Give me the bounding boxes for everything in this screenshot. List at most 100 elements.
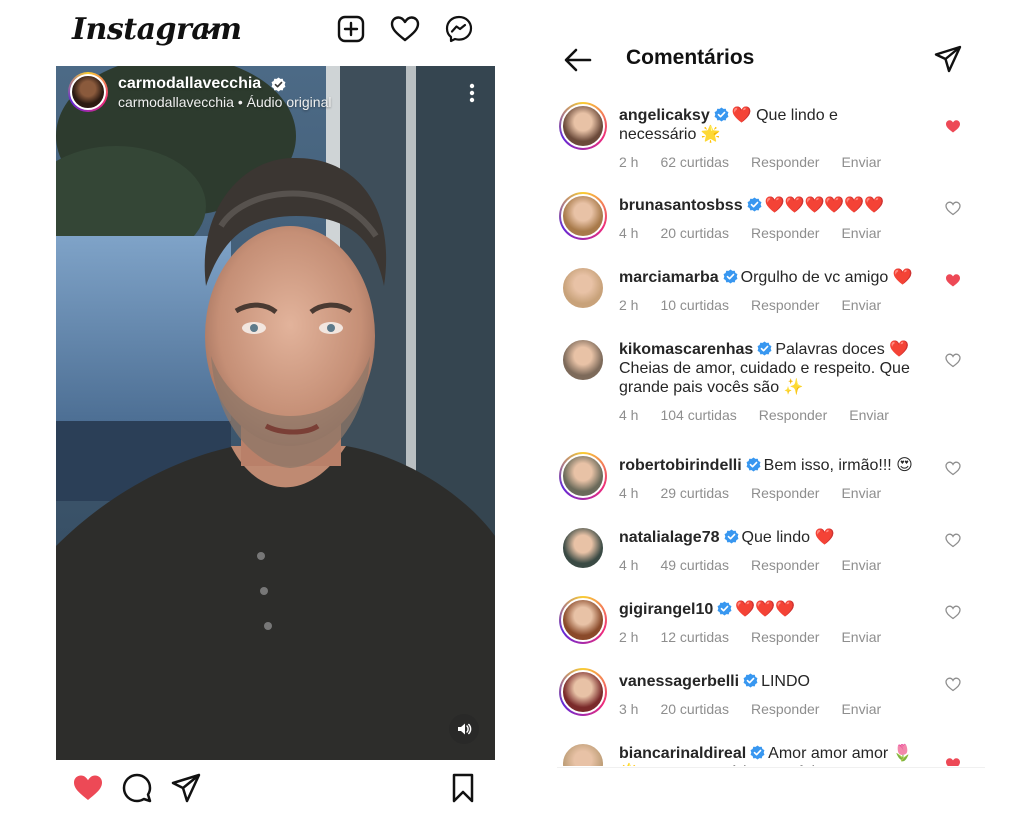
send-button[interactable]: Enviar	[841, 154, 881, 170]
post-panel: Instagram carmodallavecchia carmodallave…	[0, 0, 545, 821]
comment-item: vanessagerbelli LINDO 3 h 20 curtidas Respon…	[545, 666, 985, 746]
chevron-down-icon[interactable]	[202, 26, 216, 36]
send-button[interactable]: Enviar	[841, 485, 881, 501]
send-button[interactable]: Enviar	[841, 225, 881, 241]
top-bar: Instagram	[0, 0, 545, 64]
comment-meta: 2 h 10 curtidas Responder Enviar	[619, 297, 903, 313]
comments-title: Comentários	[626, 46, 755, 69]
comment-item: gigirangel10 ❤️❤️❤️ 2 h 12 curtidas Responde…	[545, 594, 985, 674]
comment-avatar[interactable]	[559, 740, 607, 766]
send-button[interactable]: Enviar	[841, 701, 881, 717]
comment-username[interactable]: angelicaksy	[619, 107, 710, 124]
messenger-icon[interactable]	[444, 14, 474, 44]
comment-text: gigirangel10 ❤️❤️❤️	[619, 600, 919, 619]
comment-meta: 4 h 29 curtidas Responder Enviar	[619, 485, 903, 501]
comment-text: angelicaksy ❤️ Que lindo e necessário 🌟	[619, 106, 919, 144]
comment-username[interactable]: robertobirindelli	[619, 457, 742, 474]
verified-icon	[723, 269, 738, 284]
comment-username[interactable]: marciamarba	[619, 269, 719, 286]
comment-like-heart-icon[interactable]	[945, 604, 961, 620]
reply-button[interactable]: Responder	[751, 297, 820, 313]
comment-item: biancarinaldirealAmor amor amor 🌷🌟 Que n…	[545, 738, 985, 766]
comment-text: vanessagerbelli LINDO	[619, 672, 919, 691]
comment-username[interactable]: natalialage78	[619, 529, 720, 546]
share-icon[interactable]	[170, 772, 202, 804]
post-author-avatar[interactable]	[68, 72, 108, 112]
comment-like-count[interactable]: 20 curtidas	[660, 701, 728, 717]
post-audio-subtitle[interactable]: carmodallavecchia • Áudio original	[118, 94, 331, 110]
post-action-bar	[0, 766, 545, 810]
instagram-logo[interactable]: Instagram	[72, 12, 242, 47]
verified-icon	[271, 76, 286, 92]
comment-time: 4 h	[619, 557, 639, 573]
comment-avatar[interactable]	[559, 524, 607, 572]
comment-like-heart-icon[interactable]	[945, 676, 961, 692]
comment-avatar[interactable]	[559, 452, 607, 500]
comment-meta: 2 h 12 curtidas Responder Enviar	[619, 629, 903, 645]
verified-icon	[747, 197, 762, 212]
reply-button[interactable]: Responder	[751, 154, 820, 170]
mute-button[interactable]	[449, 714, 479, 744]
verified-icon	[743, 673, 758, 688]
comment-text: brunasantosbss ❤️❤️❤️❤️❤️❤️	[619, 196, 919, 215]
comment-like-count[interactable]: 12 curtidas	[660, 629, 728, 645]
verified-icon	[746, 457, 761, 472]
like-button-heart-icon[interactable]	[72, 772, 104, 804]
comment-body: Orgulho de vc amigo ❤️	[740, 269, 913, 286]
send-button[interactable]: Enviar	[849, 407, 889, 423]
comment-like-heart-icon[interactable]	[945, 118, 961, 134]
post-video[interactable]: carmodallavecchia carmodallavecchia • Áu…	[56, 66, 495, 760]
send-button[interactable]: Enviar	[841, 629, 881, 645]
heart-icon[interactable]	[390, 14, 420, 44]
more-icon[interactable]	[463, 82, 481, 104]
reply-button[interactable]: Responder	[751, 629, 820, 645]
comment-item: robertobirindelli Bem isso, irmão!!! 😍 4 h…	[545, 450, 985, 530]
post-author-username[interactable]: carmodallavecchia	[118, 75, 261, 93]
comment-like-count[interactable]: 20 curtidas	[660, 225, 728, 241]
comment-avatar[interactable]	[559, 668, 607, 716]
reply-button[interactable]: Responder	[751, 485, 820, 501]
comment-meta: 4 h 104 curtidas Responder Enviar	[619, 407, 911, 423]
comment-avatar[interactable]	[559, 336, 607, 384]
comments-header: Comentários	[545, 0, 1024, 100]
comment-like-count[interactable]: 104 curtidas	[660, 407, 736, 423]
comment-avatar[interactable]	[559, 102, 607, 150]
comment-avatar[interactable]	[559, 596, 607, 644]
send-button[interactable]: Enviar	[841, 557, 881, 573]
send-button[interactable]: Enviar	[841, 297, 881, 313]
comment-username[interactable]: brunasantosbss	[619, 197, 743, 214]
volume-icon	[458, 723, 472, 735]
comment-body: ❤️❤️❤️	[735, 601, 796, 618]
comment-like-count[interactable]: 29 curtidas	[660, 485, 728, 501]
comment-time: 2 h	[619, 297, 639, 313]
comment-like-count[interactable]: 10 curtidas	[660, 297, 728, 313]
comment-like-heart-icon[interactable]	[945, 532, 961, 548]
comment-username[interactable]: biancarinaldireal	[619, 745, 746, 762]
comment-username[interactable]: kikomascarenhas	[619, 341, 753, 358]
comment-like-heart-icon[interactable]	[945, 756, 961, 766]
comment-username[interactable]: gigirangel10	[619, 601, 713, 618]
reply-button[interactable]: Responder	[751, 557, 820, 573]
bookmark-icon[interactable]	[447, 772, 479, 804]
comment-like-count[interactable]: 62 curtidas	[660, 154, 728, 170]
comment-time: 2 h	[619, 629, 639, 645]
new-post-icon[interactable]	[336, 14, 366, 44]
reply-button[interactable]: Responder	[759, 407, 828, 423]
reply-button[interactable]: Responder	[751, 225, 820, 241]
reply-button[interactable]: Responder	[751, 701, 820, 717]
comment-like-heart-icon[interactable]	[945, 460, 961, 476]
comment-avatar[interactable]	[559, 192, 607, 240]
comment-username[interactable]: vanessagerbelli	[619, 673, 739, 690]
verified-icon	[724, 529, 738, 544]
share-icon[interactable]	[933, 44, 963, 74]
comment-like-count[interactable]: 49 curtidas	[660, 557, 728, 573]
comment-like-heart-icon[interactable]	[945, 272, 961, 288]
comment-icon[interactable]	[121, 772, 153, 804]
post-author[interactable]: carmodallavecchia	[118, 75, 289, 93]
comment-like-heart-icon[interactable]	[945, 200, 961, 216]
back-arrow-icon[interactable]	[563, 46, 593, 74]
comment-item: angelicaksy ❤️ Que lindo e necessário 🌟 2 …	[545, 100, 985, 180]
comment-avatar[interactable]	[559, 264, 607, 312]
comment-meta: 2 h 62 curtidas Responder Enviar	[619, 154, 903, 170]
comment-like-heart-icon[interactable]	[945, 352, 961, 368]
